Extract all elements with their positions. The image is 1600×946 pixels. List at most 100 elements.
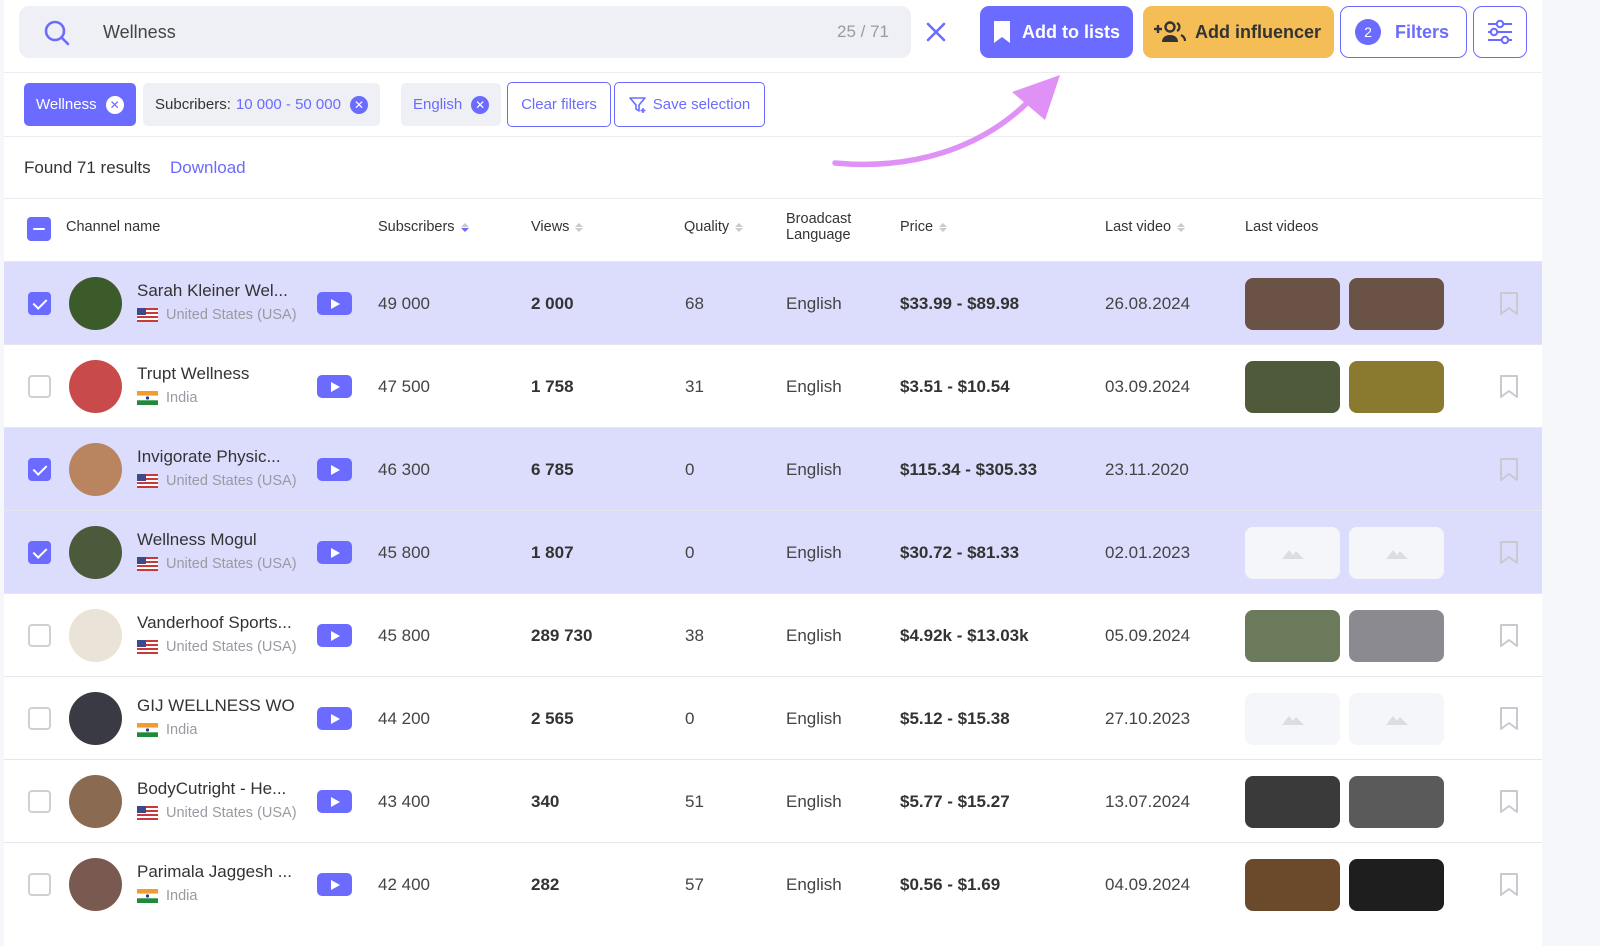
bookmark-icon[interactable] [1499, 623, 1519, 648]
row-checkbox[interactable] [28, 873, 51, 896]
header-label: Channel name [66, 219, 161, 235]
add-user-icon [1154, 21, 1187, 42]
clear-filters-button[interactable]: Clear filters [507, 82, 611, 127]
sort-icon[interactable] [939, 222, 948, 232]
save-selection-button[interactable]: Save selection [614, 82, 765, 127]
channel-name[interactable]: BodyCutright - He... [137, 779, 307, 799]
chip-label: Subcribers: [155, 96, 231, 113]
download-link[interactable]: Download [170, 158, 246, 178]
bookmark-icon[interactable] [1499, 706, 1519, 731]
sort-icon[interactable] [735, 222, 744, 232]
close-icon[interactable] [922, 18, 950, 46]
views-value: 1 758 [531, 377, 574, 396]
youtube-play-icon[interactable] [317, 375, 352, 398]
remove-chip-icon[interactable]: ✕ [471, 95, 490, 114]
bookmark-icon[interactable] [1499, 374, 1519, 399]
video-thumbnail[interactable] [1349, 776, 1444, 828]
column-settings-button[interactable] [1473, 6, 1527, 58]
remove-chip-icon[interactable]: ✕ [349, 95, 368, 114]
bookmark-icon[interactable] [1499, 457, 1519, 482]
channel-name[interactable]: Trupt Wellness [137, 364, 307, 384]
video-thumbnail[interactable] [1245, 361, 1340, 413]
channel-name[interactable]: Vanderhoof Sports... [137, 613, 307, 633]
sort-icon[interactable] [1177, 222, 1186, 232]
table-row[interactable]: Parimala Jaggesh ... India 42 400 282 57 Engl… [4, 842, 1542, 925]
filter-chip-subscribers[interactable]: Subcribers: 10 000 - 50 000 ✕ [143, 83, 380, 126]
language-value: English [786, 294, 842, 313]
row-checkbox[interactable] [28, 790, 51, 813]
video-thumbnail[interactable] [1349, 610, 1444, 662]
avatar[interactable] [69, 858, 122, 911]
youtube-play-icon[interactable] [317, 790, 352, 813]
bookmark-icon[interactable] [1499, 872, 1519, 897]
avatar[interactable] [69, 526, 122, 579]
channel-name[interactable]: Wellness Mogul [137, 530, 307, 550]
remove-chip-icon[interactable]: ✕ [105, 95, 124, 114]
youtube-play-icon[interactable] [317, 458, 352, 481]
row-checkbox[interactable] [28, 458, 51, 481]
video-thumbnail[interactable] [1245, 278, 1340, 330]
youtube-play-icon[interactable] [317, 292, 352, 315]
video-thumbnail[interactable] [1349, 859, 1444, 911]
channel-name[interactable]: Parimala Jaggesh ... [137, 862, 307, 882]
avatar[interactable] [69, 277, 122, 330]
header-last-video[interactable]: Last video [1105, 219, 1186, 235]
avatar[interactable] [69, 443, 122, 496]
youtube-play-icon[interactable] [317, 873, 352, 896]
language-value: English [786, 792, 842, 811]
table-row[interactable]: Trupt Wellness India 47 500 1 758 31 English $… [4, 344, 1542, 427]
select-all-checkbox[interactable] [27, 217, 51, 241]
header-price[interactable]: Price [900, 219, 948, 235]
header-quality[interactable]: Quality [684, 219, 744, 235]
row-checkbox[interactable] [28, 707, 51, 730]
avatar[interactable] [69, 775, 122, 828]
sort-icon[interactable] [575, 222, 584, 232]
youtube-play-icon[interactable] [317, 541, 352, 564]
table-row[interactable]: Sarah Kleiner Wel... United States (USA) 4… [4, 261, 1542, 344]
bookmark-icon[interactable] [1499, 789, 1519, 814]
table-row[interactable]: BodyCutright - He... United States (USA) 4… [4, 759, 1542, 842]
video-thumbnail[interactable] [1245, 610, 1340, 662]
youtube-play-icon[interactable] [317, 707, 352, 730]
row-checkbox[interactable] [28, 624, 51, 647]
table-row[interactable]: Wellness Mogul United States (USA) 45 800 1… [4, 510, 1542, 593]
last-video-date: 03.09.2024 [1105, 377, 1191, 396]
video-thumbnail[interactable] [1349, 278, 1444, 330]
header-subscribers[interactable]: Subscribers [378, 219, 469, 235]
scrollbar-area[interactable] [1542, 0, 1600, 946]
add-to-lists-button[interactable]: Add to lists [980, 6, 1133, 58]
views-value: 1 807 [531, 543, 574, 562]
table-row[interactable]: Vanderhoof Sports... United States (USA) 4… [4, 593, 1542, 676]
row-checkbox[interactable] [28, 375, 51, 398]
bookmark-icon[interactable] [1499, 540, 1519, 565]
sort-icon[interactable] [460, 222, 469, 232]
video-thumbnail[interactable] [1349, 361, 1444, 413]
views-value: 282 [531, 875, 560, 894]
header-views[interactable]: Views [531, 219, 584, 235]
video-thumbnail[interactable] [1245, 859, 1340, 911]
channel-name[interactable]: GIJ WELLNESS WO [137, 696, 307, 716]
youtube-play-icon[interactable] [317, 624, 352, 647]
results-count: Found 71 results [24, 158, 151, 177]
row-checkbox[interactable] [28, 292, 51, 315]
annotation-arrow-icon [832, 75, 1060, 168]
language-value: English [786, 543, 842, 562]
add-influencer-button[interactable]: Add influencer [1143, 6, 1334, 58]
video-thumbnail[interactable] [1245, 776, 1340, 828]
subscribers-value: 45 800 [378, 543, 430, 562]
channel-name[interactable]: Sarah Kleiner Wel... [137, 281, 307, 301]
avatar[interactable] [69, 360, 122, 413]
avatar[interactable] [69, 692, 122, 745]
avatar[interactable] [69, 609, 122, 662]
channel-name[interactable]: Invigorate Physic... [137, 447, 307, 467]
filters-button[interactable]: 2 Filters [1340, 6, 1467, 58]
row-checkbox[interactable] [28, 541, 51, 564]
video-thumbnail-placeholder [1349, 693, 1444, 745]
filter-chip-language[interactable]: English ✕ [401, 83, 502, 126]
filter-chip-keyword[interactable]: Wellness ✕ [24, 83, 136, 126]
table-row[interactable]: GIJ WELLNESS WO India 44 200 2 565 0 English $… [4, 676, 1542, 759]
table-row[interactable]: Invigorate Physic... United States (USA) 4… [4, 427, 1542, 510]
bookmark-icon[interactable] [1499, 291, 1519, 316]
search-input[interactable]: Wellness 25 / 71 [19, 6, 911, 58]
channel-country: India [137, 888, 307, 904]
